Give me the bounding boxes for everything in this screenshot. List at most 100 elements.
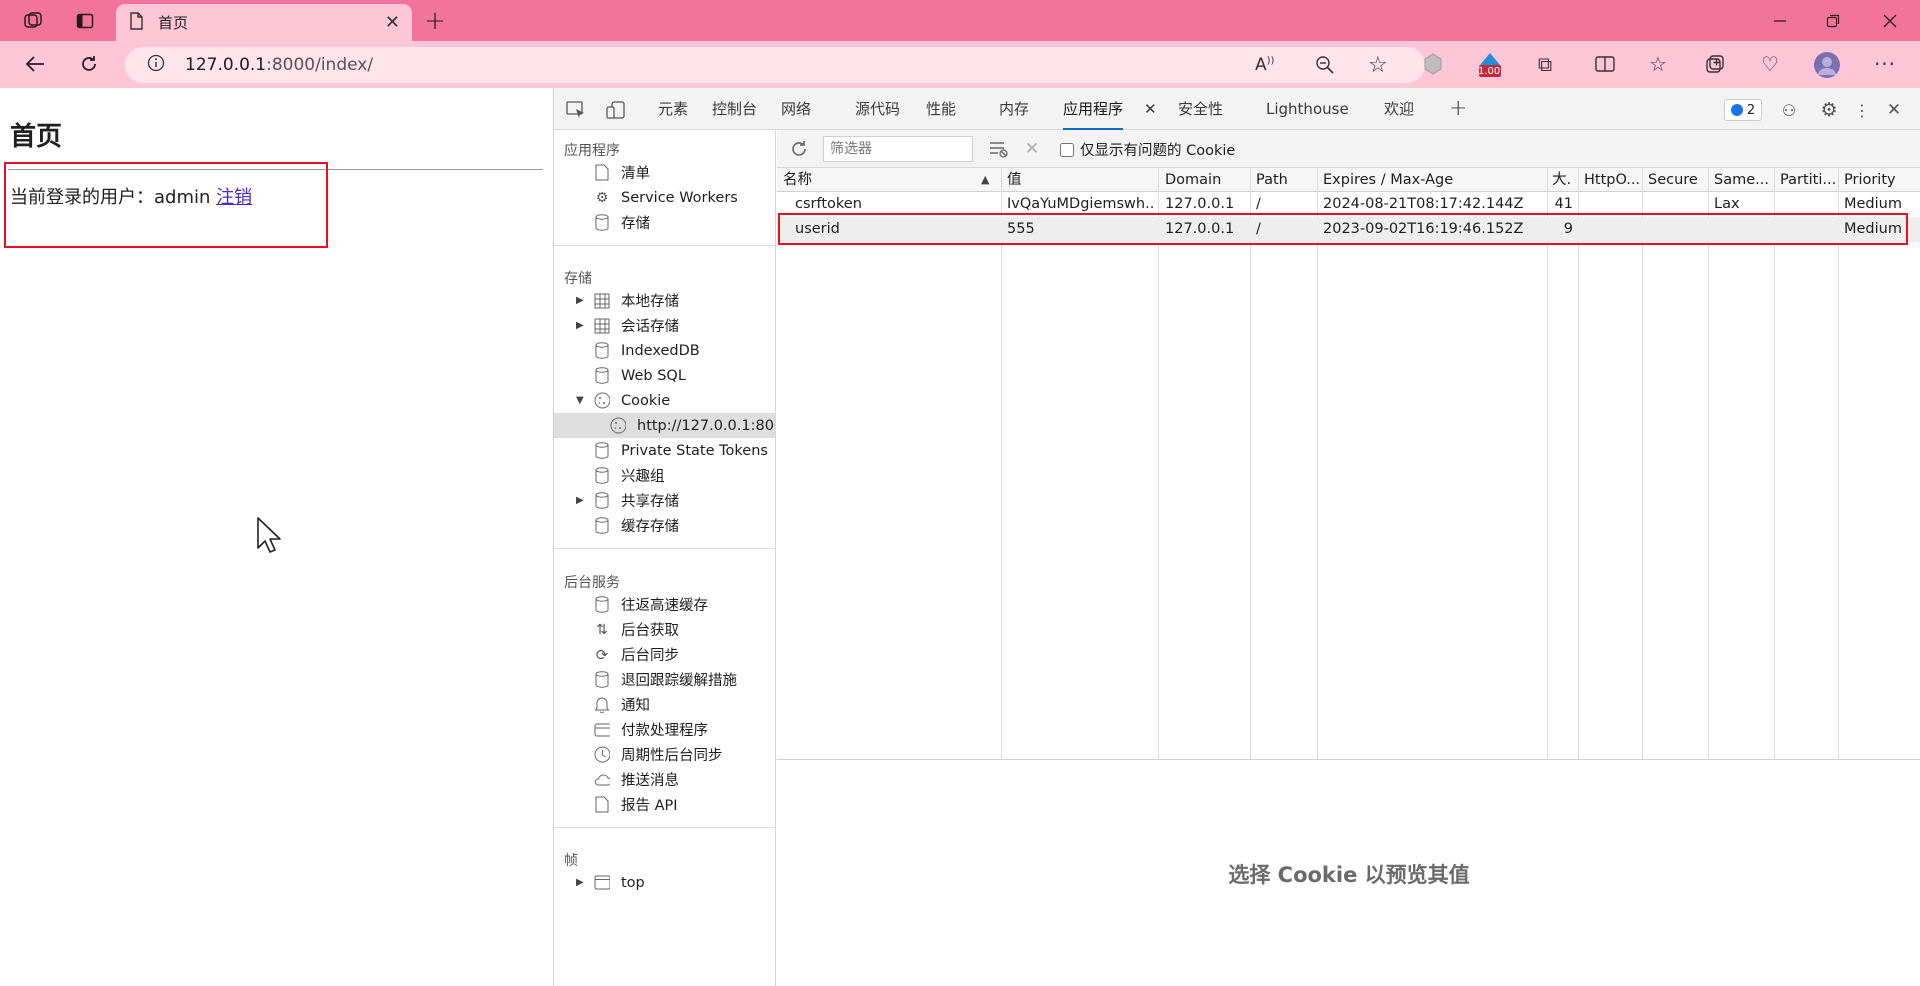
sidebar-item-storage-overview[interactable]: 存储 (554, 210, 775, 235)
tab-security[interactable]: 安全性 (1178, 88, 1223, 130)
credit-card-icon (594, 721, 610, 739)
expand-arrow-icon[interactable]: ▶ (576, 877, 584, 888)
new-tab-icon[interactable]: + (420, 0, 450, 41)
delete-selected-icon[interactable]: ✕ (1020, 137, 1044, 161)
workspaces-icon[interactable] (18, 0, 48, 41)
info-icon[interactable] (147, 54, 165, 76)
close-window-icon[interactable] (1862, 0, 1918, 41)
address-bar[interactable]: 127.0.0.1:8000/index/ A)) ☆ (125, 47, 1425, 83)
tab-welcome[interactable]: 欢迎 (1384, 88, 1414, 130)
tab-application[interactable]: 应用程序 (1063, 88, 1124, 130)
sidebar-item-frame-top[interactable]: ▶ top (554, 870, 775, 895)
column-header-secure[interactable]: Secure (1648, 168, 1706, 192)
expand-arrow-icon[interactable]: ▶ (576, 495, 584, 506)
cookie-table: 名称 ▲ 值 Domain Path Expires / Max-Age 大. … (777, 168, 1920, 760)
sidebar-item-web-sql[interactable]: Web SQL (554, 363, 775, 388)
cookie-toolbar: ✕ 仅显示有问题的 Cookie (777, 130, 1920, 168)
sidebar-item-background-fetch[interactable]: ⇅ 后台获取 (554, 617, 775, 642)
sidebar-item-bfcache[interactable]: 往返高速缓存 (554, 592, 775, 617)
sidebar-item-push-messaging[interactable]: 推送消息 (554, 767, 775, 792)
sidebar-item-indexeddb[interactable]: IndexedDB (554, 338, 775, 363)
sidebar-item-periodic-sync[interactable]: 周期性后台同步 (554, 742, 775, 767)
tab-actions-icon[interactable] (70, 0, 100, 41)
column-header-priority[interactable]: Priority (1844, 168, 1919, 192)
tab-lighthouse[interactable]: Lighthouse (1266, 88, 1349, 130)
column-header-partition[interactable]: Partiti... (1780, 168, 1836, 192)
settings-more-icon[interactable]: ··· (1870, 49, 1900, 79)
issues-badge[interactable]: 2 (1724, 99, 1762, 121)
extensions-puzzle-icon[interactable]: ⧉ (1530, 49, 1560, 79)
section-header-application: 应用程序 (564, 143, 620, 159)
sidebar-item-service-workers[interactable]: ⚙ Service Workers (554, 185, 775, 210)
sidebar-item-reporting-api[interactable]: 报告 API (554, 792, 775, 817)
close-tab-application-icon[interactable]: ✕ (1144, 88, 1157, 130)
gear-icon: ⚙ (595, 189, 609, 206)
split-screen-icon[interactable] (1590, 49, 1620, 79)
sidebar-item-bounce-tracking[interactable]: 退回跟踪缓解措施 (554, 667, 775, 692)
extension-hexagon-icon[interactable] (1420, 51, 1446, 77)
cookie-icon (594, 392, 610, 410)
tab-sources[interactable]: 源代码 (855, 88, 900, 130)
close-tab-icon[interactable]: ✕ (385, 12, 400, 33)
refresh-icon[interactable] (787, 137, 811, 161)
refresh-icon[interactable] (74, 49, 104, 79)
avatar[interactable] (1812, 50, 1842, 80)
column-header-name[interactable]: 名称 (783, 168, 983, 192)
only-issues-checkbox[interactable]: 仅显示有问题的 Cookie (1060, 139, 1235, 160)
database-icon (594, 342, 610, 360)
sidebar-item-background-sync[interactable]: ⟳ 后台同步 (554, 642, 775, 667)
column-header-samesite[interactable]: Same... (1714, 168, 1772, 192)
read-aloud-icon[interactable]: A)) (1255, 55, 1274, 75)
more-options-icon[interactable]: ⋮ (1852, 98, 1872, 122)
settings-gear-icon[interactable]: ⚙ (1817, 98, 1841, 122)
close-devtools-icon[interactable]: ✕ (1882, 98, 1906, 122)
cloud-icon (594, 771, 610, 789)
sort-ascending-icon[interactable]: ▲ (981, 173, 989, 186)
column-header-value[interactable]: 值 (1007, 168, 1152, 192)
more-tabs-icon[interactable]: + (1449, 88, 1467, 130)
inspect-element-icon[interactable] (564, 98, 588, 122)
browser-tab[interactable]: 首页 ✕ (116, 4, 412, 41)
collapse-arrow-icon[interactable]: ▼ (576, 395, 584, 406)
sidebar-item-interest-groups[interactable]: 兴趣组 (554, 463, 775, 488)
sidebar-item-private-state-tokens[interactable]: Private State Tokens (554, 438, 775, 463)
clear-all-cookies-icon[interactable] (987, 137, 1011, 161)
sidebar-item-payment-handler[interactable]: 付款处理程序 (554, 717, 775, 742)
tab-elements[interactable]: 元素 (658, 88, 688, 130)
tab-console[interactable]: 控制台 (712, 88, 757, 130)
url-text: 127.0.0.1:8000/index/ (185, 55, 373, 75)
customize-devtools-icon[interactable]: ⚇ (1777, 98, 1801, 122)
sidebar-item-cookie-origin[interactable]: http://127.0.0.1:8000 (554, 413, 775, 438)
zoom-icon[interactable] (1315, 55, 1335, 79)
sidebar-item-cookie[interactable]: ▼ Cookie (554, 388, 775, 413)
collections-icon[interactable] (1700, 49, 1730, 79)
sidebar-item-cache-storage[interactable]: 缓存存储 (554, 513, 775, 538)
restore-icon[interactable] (1808, 0, 1858, 41)
back-icon[interactable] (20, 49, 50, 79)
sidebar-item-manifest[interactable]: 清单 (554, 160, 775, 185)
only-issues-checkbox-input[interactable] (1060, 142, 1074, 157)
column-header-size[interactable]: 大. (1552, 168, 1576, 192)
tab-performance[interactable]: 性能 (926, 88, 956, 130)
extension-badge-icon[interactable]: 1.00 (1474, 49, 1506, 81)
clock-icon (594, 746, 610, 764)
minimize-icon[interactable] (1755, 0, 1805, 41)
tab-network[interactable]: 网络 (781, 88, 811, 130)
sidebar-item-shared-storage[interactable]: ▶ 共享存储 (554, 488, 775, 513)
device-emulation-icon[interactable] (604, 98, 628, 122)
column-header-httponly[interactable]: HttpO... (1584, 168, 1640, 192)
filter-input[interactable] (823, 136, 973, 162)
column-header-domain[interactable]: Domain (1165, 168, 1245, 192)
url-path: :8000/index/ (266, 55, 374, 75)
favorites-icon[interactable]: ☆ (1643, 49, 1673, 79)
expand-arrow-icon[interactable]: ▶ (576, 320, 584, 331)
tab-memory[interactable]: 内存 (999, 88, 1029, 130)
column-header-path[interactable]: Path (1256, 168, 1314, 192)
sidebar-item-local-storage[interactable]: ▶ 本地存储 (554, 288, 775, 313)
favorite-star-icon[interactable]: ☆ (1368, 53, 1388, 78)
column-header-expires[interactable]: Expires / Max-Age (1323, 168, 1543, 192)
sidebar-item-notifications[interactable]: 通知 (554, 692, 775, 717)
browser-essentials-icon[interactable]: ♡ (1755, 49, 1785, 79)
sidebar-item-session-storage[interactable]: ▶ 会话存储 (554, 313, 775, 338)
expand-arrow-icon[interactable]: ▶ (576, 295, 584, 306)
